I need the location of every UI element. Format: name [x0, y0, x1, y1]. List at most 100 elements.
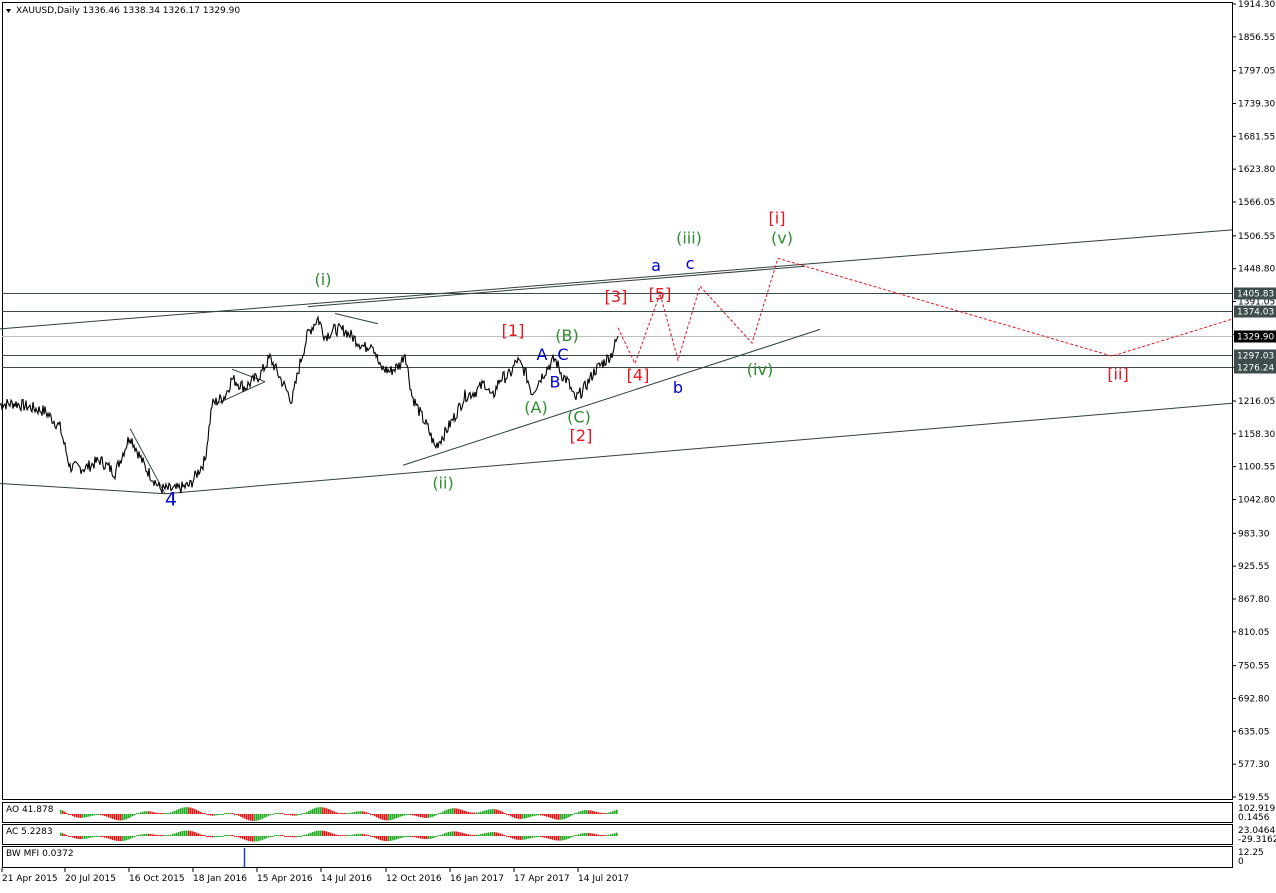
- histogram-bar: [364, 834, 366, 836]
- indicator-label: BW MFI 0.0372: [6, 849, 74, 859]
- histogram-bar: [196, 832, 198, 836]
- histogram-bar: [478, 812, 480, 814]
- histogram-bar: [484, 833, 486, 836]
- histogram-bar: [470, 812, 472, 814]
- histogram-bar: [344, 835, 346, 836]
- histogram-bar: [88, 836, 90, 839]
- histogram-bar: [496, 809, 498, 814]
- histogram-bar: [378, 836, 380, 840]
- histogram-bar: [306, 834, 308, 836]
- histogram-bar: [544, 836, 546, 838]
- histogram-bar: [536, 836, 538, 838]
- histogram-bar: [88, 814, 90, 817]
- histogram-bar: [612, 833, 614, 836]
- histogram-bar: [392, 836, 394, 841]
- indicator-label: AC 5.2283: [6, 827, 53, 837]
- wave-label: (C): [567, 408, 591, 427]
- y-tick-label: 1739.30: [1238, 99, 1275, 109]
- price-chart[interactable]: XAUUSD,Daily 1336.46 1338.34 1326.17 132…: [0, 0, 1276, 889]
- histogram-bar: [356, 833, 358, 836]
- histogram-bar: [268, 814, 270, 816]
- histogram-bar: [218, 814, 220, 815]
- histogram-bar: [162, 813, 164, 814]
- histogram-bar: [156, 835, 158, 836]
- histogram-bar: [202, 835, 204, 836]
- histogram-bar: [590, 810, 592, 814]
- histogram-bar: [298, 836, 300, 837]
- histogram-bar: [402, 836, 404, 838]
- histogram-bar: [108, 814, 110, 818]
- histogram-bar: [392, 814, 394, 820]
- histogram-bar: [184, 830, 186, 836]
- histogram-bar: [84, 836, 86, 839]
- histogram-bar: [408, 814, 410, 816]
- histogram-bar: [614, 810, 616, 814]
- x-tick-label: 18 Jan 2016: [193, 874, 247, 884]
- histogram-bar: [100, 836, 102, 837]
- histogram-bar: [296, 836, 298, 838]
- histogram-bar: [446, 809, 448, 814]
- histogram-bar: [332, 833, 334, 836]
- histogram-bar: [104, 836, 106, 838]
- histogram-bar: [322, 830, 324, 836]
- histogram-bar: [290, 836, 292, 838]
- histogram-bar: [228, 835, 230, 836]
- histogram-bar: [248, 836, 250, 841]
- histogram-bar: [494, 809, 496, 814]
- histogram-bar: [230, 813, 232, 814]
- histogram-bar: [260, 836, 262, 841]
- histogram-bar: [590, 833, 592, 836]
- histogram-bar: [508, 836, 510, 838]
- histogram-bar: [522, 814, 524, 819]
- histogram-bar: [146, 833, 148, 836]
- histogram-bar: [226, 813, 228, 814]
- histogram-bar: [282, 813, 284, 814]
- histogram-bar: [72, 836, 74, 838]
- histogram-bar: [482, 811, 484, 814]
- histogram-bar: [356, 811, 358, 814]
- histogram-bar: [268, 836, 270, 838]
- chart-window[interactable]: XAUUSD,Daily 1336.46 1338.34 1326.17 132…: [0, 0, 1276, 889]
- trend-line: [307, 265, 806, 308]
- histogram-bar: [142, 811, 144, 814]
- histogram-bar: [458, 808, 460, 814]
- histogram-bar: [376, 836, 378, 839]
- histogram-bar: [610, 811, 612, 814]
- histogram-bar: [286, 836, 288, 837]
- histogram-bar: [274, 835, 276, 836]
- histogram-bar: [144, 833, 146, 836]
- histogram-bar: [100, 814, 102, 816]
- histogram-bar: [500, 833, 502, 836]
- histogram-bar: [546, 814, 548, 817]
- indicator-scale-bottom: -29.3162: [1238, 835, 1276, 845]
- trend-line: [0, 229, 1233, 330]
- histogram-bar: [562, 836, 564, 841]
- histogram-bar: [606, 812, 608, 814]
- histogram-bar: [350, 835, 352, 836]
- histogram-bar: [496, 832, 498, 836]
- histogram-bar: [252, 814, 254, 821]
- histogram-bar: [552, 814, 554, 819]
- histogram-bar: [116, 836, 118, 841]
- histogram-bar: [384, 836, 386, 842]
- y-tick-label: 1797.05: [1238, 67, 1275, 77]
- histogram-bar: [210, 814, 212, 816]
- histogram-bar: [360, 811, 362, 814]
- histogram-bar: [220, 836, 222, 837]
- wave-label: C: [557, 345, 568, 364]
- histogram-bar: [292, 836, 294, 838]
- histogram-bar: [136, 835, 138, 836]
- main-plot-frame: [2, 2, 1233, 800]
- trend-line: [0, 482, 166, 495]
- histogram-bar: [218, 836, 220, 837]
- histogram-bar: [180, 808, 182, 814]
- histogram-bar: [184, 807, 186, 814]
- histogram-bar: [414, 814, 416, 816]
- histogram-bar: [128, 836, 130, 840]
- histogram-bar: [74, 814, 76, 817]
- histogram-bar: [140, 834, 142, 836]
- histogram-bar: [446, 832, 448, 836]
- histogram-bar: [594, 833, 596, 836]
- histogram-bar: [114, 814, 116, 820]
- histogram-bar: [342, 835, 344, 836]
